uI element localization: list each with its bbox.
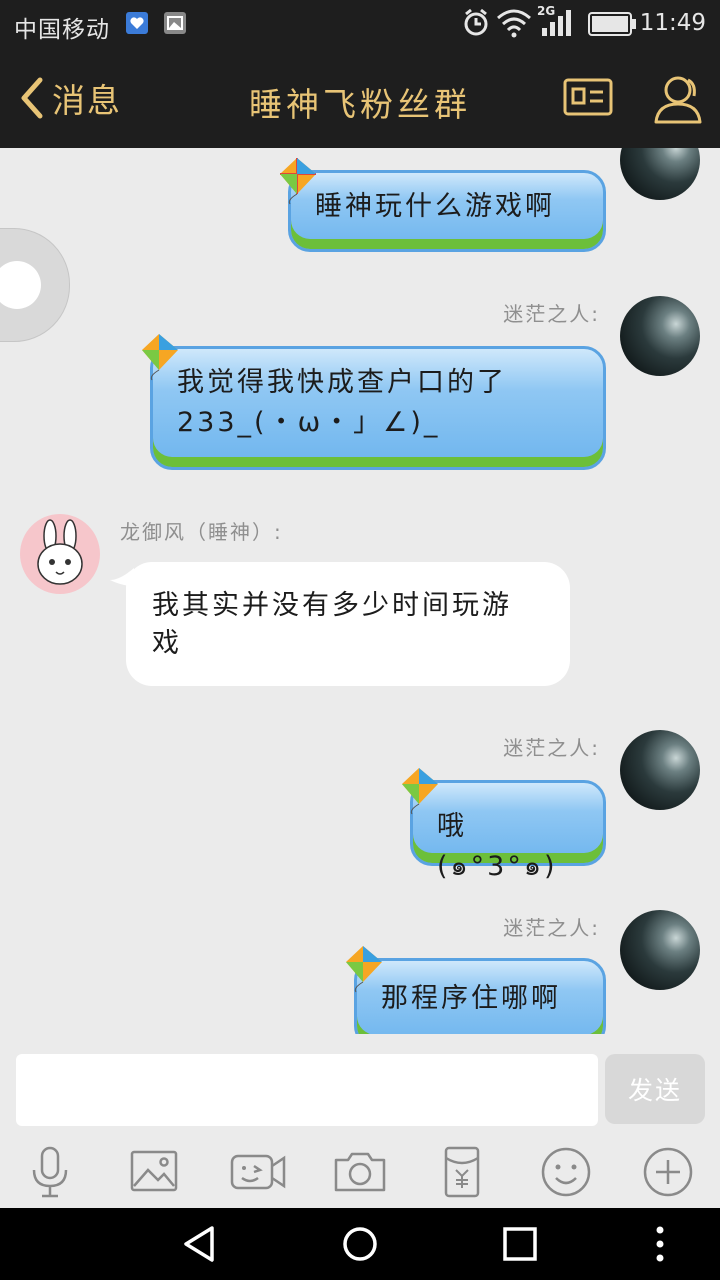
group-card-icon[interactable] — [562, 72, 614, 124]
avatar[interactable] — [620, 730, 700, 810]
message-input[interactable] — [16, 1054, 598, 1126]
message-bubble[interactable]: 那程序住哪啊 — [354, 958, 606, 1034]
microphone-icon[interactable] — [20, 1142, 80, 1202]
rabbit-avatar-image — [37, 519, 83, 585]
sender-name: 迷茫之人: — [503, 916, 600, 940]
chat-area[interactable]: 睡神玩什么游戏啊 迷茫之人: 我觉得我快成查户口的了 233_(・ω・」∠)_ … — [0, 148, 720, 1034]
input-bar: 发送 — [0, 1034, 720, 1134]
kite-icon — [142, 334, 178, 381]
recents-nav-icon[interactable] — [498, 1222, 542, 1266]
sender-name: 迷茫之人: — [503, 736, 600, 760]
system-navigation-bar — [0, 1208, 720, 1280]
sender-name: 迷茫之人: — [503, 302, 600, 326]
battery-icon — [588, 12, 636, 36]
message-text: 哦(๑°3°๑) — [437, 811, 558, 882]
sender-name: 龙御风（睡神）: — [120, 520, 283, 544]
emoji-icon[interactable] — [536, 1142, 596, 1202]
camera-icon[interactable] — [330, 1142, 390, 1202]
alarm-icon — [464, 8, 488, 36]
bubble-tail — [110, 568, 134, 586]
floating-ball-center — [0, 261, 41, 309]
message-text-line-1: 我觉得我快成查户口的了 — [177, 367, 507, 398]
notification-heart-icon — [126, 12, 148, 34]
message-bubble[interactable]: 我觉得我快成查户口的了 233_(・ω・」∠)_ — [150, 346, 606, 470]
message-text-line-2: 戏 — [152, 628, 182, 659]
clock: 11:49 — [639, 10, 706, 36]
avatar[interactable] — [620, 296, 700, 376]
message-bubble[interactable]: 我其实并没有多少时间玩游 戏 — [126, 562, 570, 686]
status-bar: 中国移动 2G 11:49 — [0, 0, 720, 48]
more-options-icon[interactable] — [638, 1222, 682, 1266]
avatar[interactable] — [20, 514, 100, 594]
chat-toolbar — [0, 1134, 720, 1208]
floating-assistive-button[interactable] — [0, 228, 70, 342]
avatar[interactable] — [620, 148, 700, 200]
notification-image-icon — [164, 12, 186, 34]
kite-icon — [346, 946, 382, 993]
message-bubble[interactable]: 睡神玩什么游戏啊 — [288, 170, 606, 252]
red-packet-icon[interactable] — [432, 1142, 492, 1202]
message-text-line-2: 233_(・ω・」∠)_ — [177, 407, 441, 438]
group-members-icon[interactable] — [652, 72, 708, 128]
avatar[interactable] — [620, 910, 700, 990]
kite-icon — [402, 768, 438, 815]
wifi-icon — [497, 9, 531, 38]
kite-icon — [280, 158, 316, 205]
image-icon[interactable] — [124, 1142, 184, 1202]
send-button[interactable]: 发送 — [605, 1054, 705, 1124]
plus-icon[interactable] — [638, 1142, 698, 1202]
message-text-line-1: 我其实并没有多少时间玩游 — [152, 590, 512, 621]
title-bar: 消息 睡神飞粉丝群 — [0, 48, 720, 148]
video-call-icon[interactable] — [228, 1142, 288, 1202]
carrier-name: 中国移动 — [14, 17, 110, 43]
back-nav-icon[interactable] — [178, 1222, 222, 1266]
message-text: 睡神玩什么游戏啊 — [315, 191, 555, 222]
home-nav-icon[interactable] — [338, 1222, 382, 1266]
message-text: 那程序住哪啊 — [381, 983, 561, 1014]
signal-icon — [542, 10, 571, 36]
